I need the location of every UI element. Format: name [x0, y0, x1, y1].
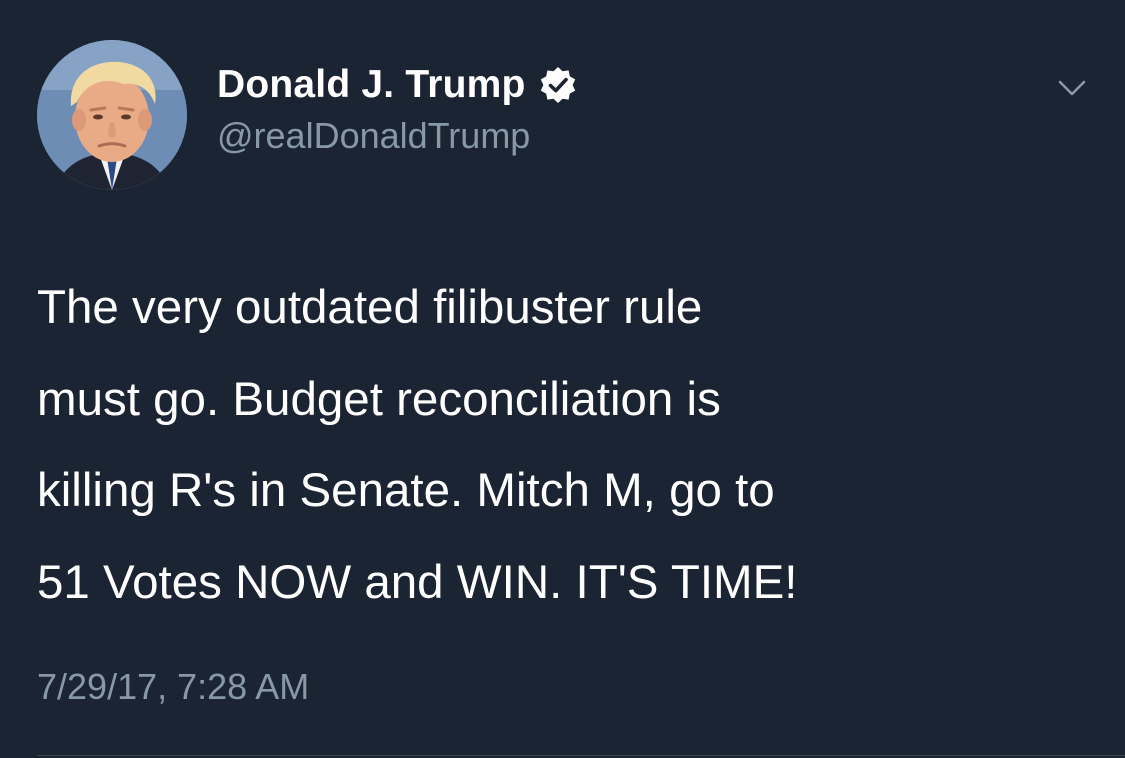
tweet-text-line: 51 Votes NOW and WIN. IT'S TIME! — [37, 555, 798, 609]
author-name-row[interactable]: Donald J. Trump — [217, 61, 578, 109]
divider — [37, 755, 1125, 756]
author-display-name[interactable]: Donald J. Trump — [217, 61, 526, 109]
tweet-text-line: killing R's in Senate. Mitch M, go to — [37, 464, 775, 517]
avatar[interactable] — [37, 40, 187, 190]
verified-badge-icon — [538, 65, 578, 105]
avatar-image — [37, 40, 187, 190]
author-handle[interactable]: @realDonaldTrump — [217, 113, 530, 159]
tweet-text-line: The very outdated filibuster rule — [37, 281, 703, 334]
chevron-down-icon[interactable] — [1056, 76, 1088, 100]
tweet-text-line: must go. Budget reconciliation is — [37, 372, 721, 426]
tweet-timestamp[interactable]: 7/29/17, 7:28 AM — [37, 664, 309, 710]
tweet-text: The very outdated filibuster rule must g… — [37, 262, 1097, 628]
tweet-card: Donald J. Trump @realDonaldTrump The ver… — [0, 0, 1125, 758]
